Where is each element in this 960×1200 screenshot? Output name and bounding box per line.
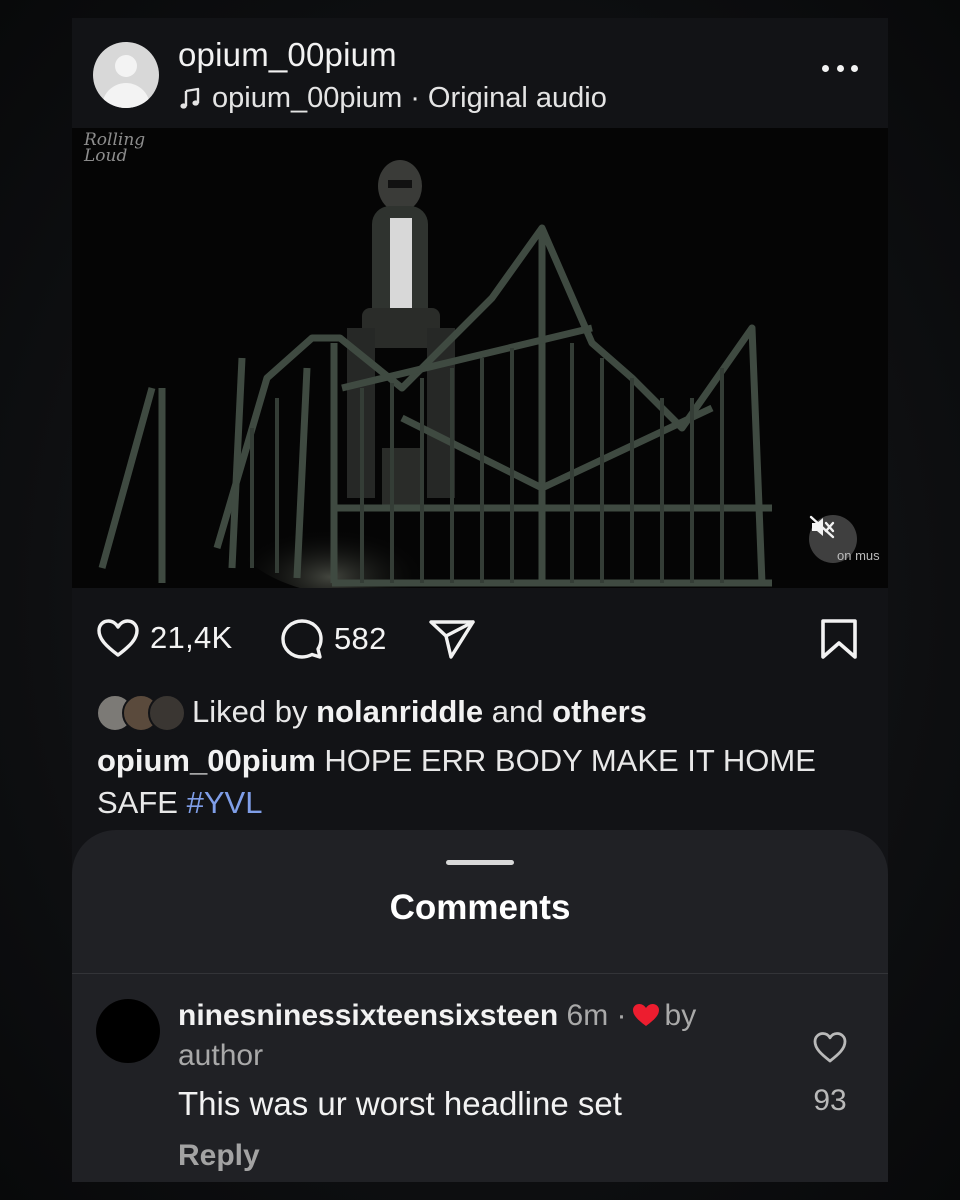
reply-button[interactable]: Reply	[178, 1139, 260, 1173]
comment-username[interactable]: ninesninessixteensixsteen	[178, 999, 558, 1032]
audio-separator: ·	[410, 82, 420, 114]
comment-count: 582	[334, 621, 387, 656]
video-overlay-text: on mus	[837, 548, 880, 563]
audio-owner: opium_00pium	[212, 82, 403, 114]
sheet-drag-handle[interactable]	[446, 860, 514, 865]
rolling-loud-watermark: Rolling Loud	[84, 130, 146, 166]
comment-time: 6m	[566, 999, 609, 1032]
avatar[interactable]	[96, 999, 160, 1063]
bookmark-icon	[821, 619, 857, 659]
comment-button[interactable]: 582	[280, 618, 387, 660]
share-button[interactable]	[428, 618, 476, 660]
comment-author-label: author	[178, 1039, 264, 1072]
post-video[interactable]: Rolling Loud on mus	[72, 128, 888, 588]
save-button[interactable]	[820, 618, 858, 660]
heart-outline-icon	[97, 619, 139, 657]
like-button[interactable]: 21,4K	[96, 618, 233, 658]
comments-sheet: Comments ninesninessixteensixsteen 6m · b…	[72, 830, 888, 1182]
liked-by-prefix: Liked by	[192, 694, 308, 729]
heart-outline-icon[interactable]	[812, 1030, 848, 1064]
post-card: opium_00pium opium_00pium · Original aud…	[72, 18, 888, 1182]
send-paper-plane-icon	[429, 620, 475, 659]
caption-hashtag[interactable]: #YVL	[187, 785, 263, 820]
comment-by: by	[664, 999, 697, 1032]
avatar	[148, 694, 186, 732]
comment-bubble-icon	[281, 619, 323, 659]
post-caption: opium_00pium HOPE ERR BODY MAKE IT HOME …	[97, 740, 817, 824]
liked-by-avatars	[96, 694, 188, 732]
comment-separator: ·	[616, 999, 627, 1032]
speaker-muted-icon	[809, 515, 835, 539]
heart-filled-icon	[632, 1004, 659, 1026]
audio-label: Original audio	[427, 82, 607, 114]
liked-by-and: and	[491, 694, 544, 729]
caption-username[interactable]: opium_00pium	[97, 743, 316, 778]
comment-like-count: 93	[813, 1084, 847, 1117]
comment-header: ninesninessixteensixsteen 6m · by author	[178, 996, 758, 1076]
post-username[interactable]: opium_00pium	[178, 36, 397, 74]
avatar-placeholder-icon	[115, 55, 137, 77]
audio-attribution[interactable]: opium_00pium · Original audio	[178, 82, 607, 115]
music-note-icon	[180, 87, 200, 109]
more-options-button[interactable]	[822, 58, 858, 78]
post-header: opium_00pium opium_00pium · Original aud…	[72, 18, 888, 128]
concert-stage-image	[72, 128, 888, 588]
liked-by-others[interactable]: others	[552, 694, 647, 730]
liked-by-user[interactable]: nolanriddle	[316, 694, 483, 730]
comment-text: This was ur worst headline set	[178, 1085, 622, 1122]
like-count: 21,4K	[150, 620, 233, 655]
comments-title: Comments	[389, 888, 571, 927]
avatar[interactable]	[93, 42, 159, 108]
divider	[72, 973, 888, 974]
liked-by-row[interactable]: Liked by nolanriddle and others	[96, 694, 647, 732]
more-horizontal-icon	[822, 64, 829, 72]
